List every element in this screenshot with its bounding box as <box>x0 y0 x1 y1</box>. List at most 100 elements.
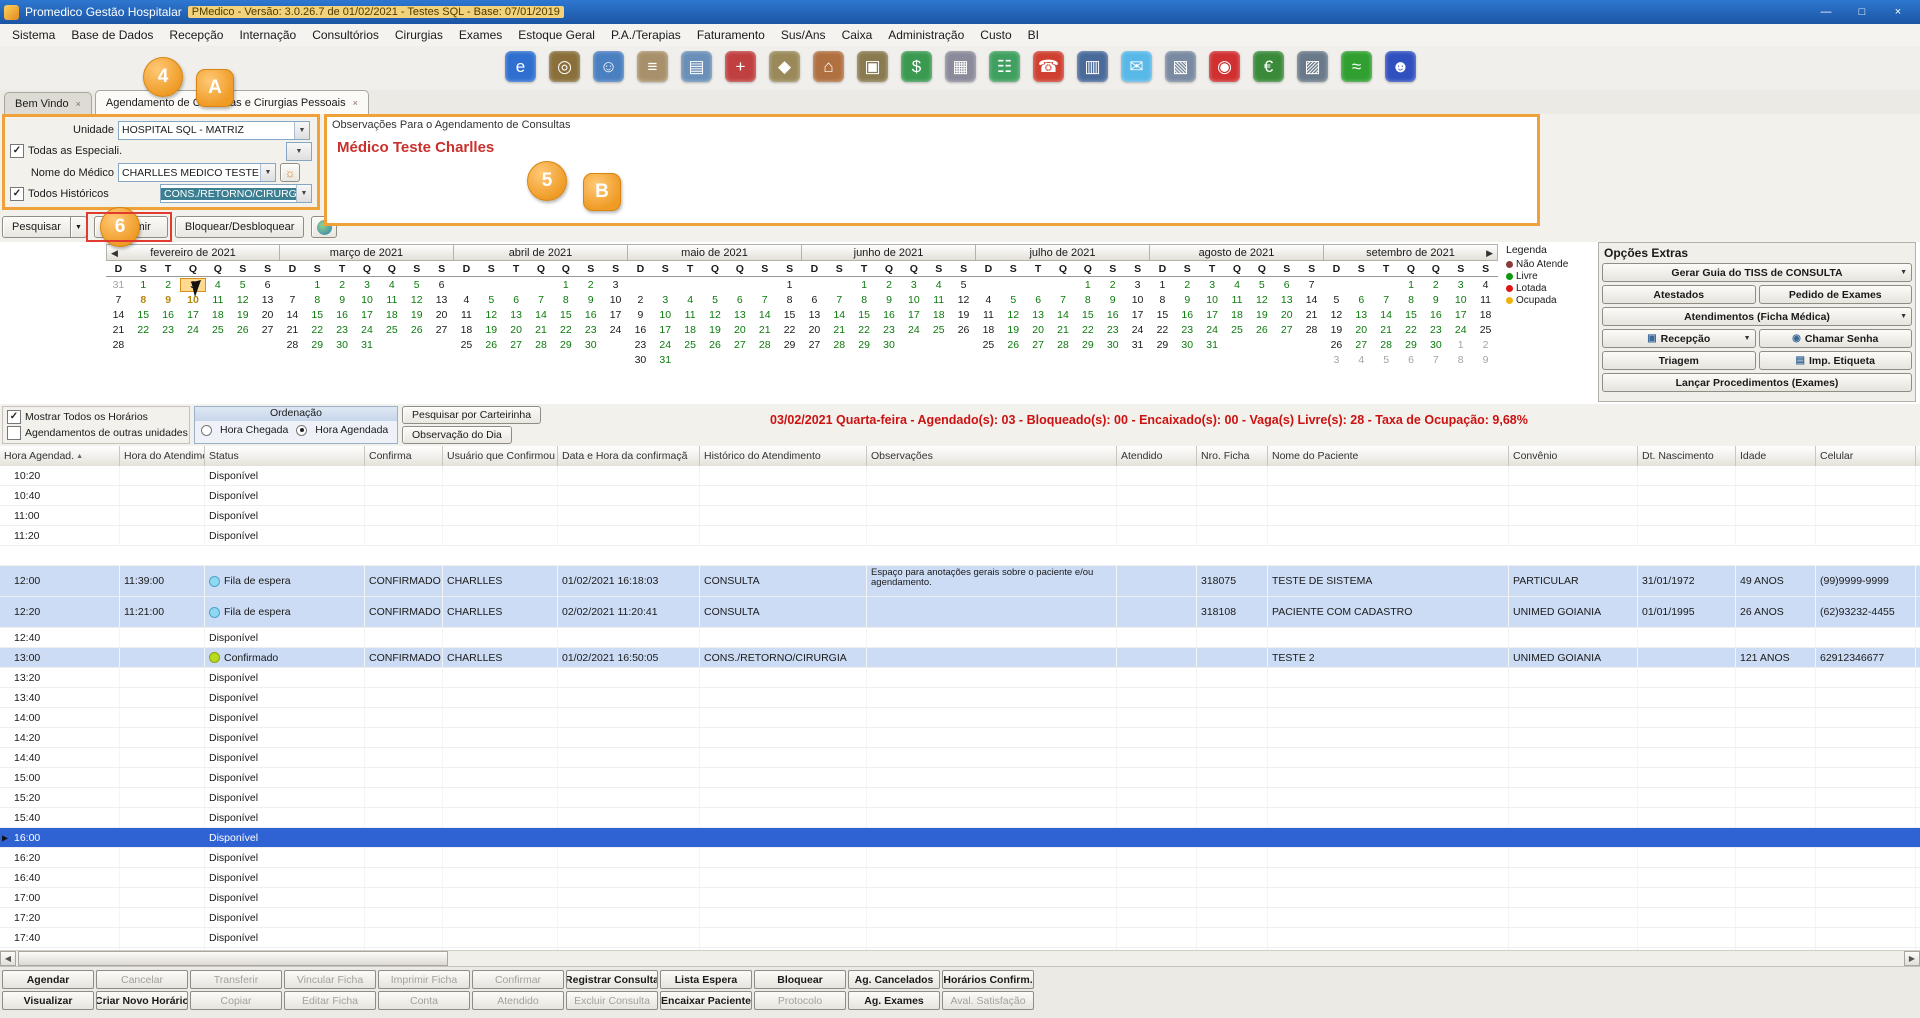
horizontal-scrollbar[interactable]: ◀ ▶ <box>0 950 1920 966</box>
schedule-row[interactable]: 13:40Disponível <box>0 688 1920 708</box>
scroll-left-icon[interactable]: ◀ <box>0 951 16 966</box>
calendar-day[interactable]: 1 <box>1399 279 1424 291</box>
calendar-day[interactable]: 26 <box>479 339 504 351</box>
calendar-day[interactable]: 21 <box>1374 324 1399 336</box>
calendar-day[interactable]: 16 <box>1423 309 1448 321</box>
calendar-day[interactable]: 6 <box>802 294 827 306</box>
calendar-day[interactable]: 27 <box>429 324 454 336</box>
calendar-day[interactable]: 16 <box>156 309 181 321</box>
calendar-day[interactable]: 31 <box>1200 339 1225 351</box>
ambulance-icon[interactable]: + <box>725 51 756 82</box>
calendar-day[interactable]: 30 <box>330 339 355 351</box>
calendar-day[interactable]: 10 <box>653 309 678 321</box>
calendar-day[interactable]: 11 <box>976 309 1001 321</box>
calendar-day[interactable]: 4 <box>976 294 1001 306</box>
calendar-day[interactable]: 17 <box>355 309 380 321</box>
calendar-day[interactable]: 8 <box>1448 354 1473 366</box>
schedule-row[interactable]: 15:40Disponível <box>0 808 1920 828</box>
calendar-day[interactable]: 22 <box>1075 324 1100 336</box>
calendar-day[interactable]: 7 <box>827 294 852 306</box>
calendar-day[interactable]: 11 <box>205 294 230 306</box>
calendar-day[interactable]: 18 <box>678 324 703 336</box>
calendar-day[interactable]: 4 <box>1473 279 1498 291</box>
calendar-day[interactable]: 8 <box>777 294 802 306</box>
calendar-day[interactable]: 4 <box>926 279 951 291</box>
calendar-day[interactable]: 18 <box>454 324 479 336</box>
calendar-day[interactable]: 4 <box>678 294 703 306</box>
calendar-day[interactable]: 26 <box>1001 339 1026 351</box>
calendar-day[interactable]: 15 <box>852 309 877 321</box>
footer-button-criar-novo-horario[interactable]: Criar Novo Horário <box>96 991 188 1010</box>
schedule-row[interactable]: 13:00ConfirmadoCONFIRMADOCHARLLES01/02/2… <box>0 648 1920 668</box>
column-header-usuario-que-confirmou[interactable]: Usuário que Confirmou <box>443 446 558 466</box>
calendar-day[interactable]: 27 <box>1274 324 1299 336</box>
calendar-day[interactable]: 12 <box>1001 309 1026 321</box>
calendar-day[interactable]: 17 <box>603 309 628 321</box>
calendar-day[interactable]: 23 <box>1423 324 1448 336</box>
calendar-day[interactable]: 24 <box>653 339 678 351</box>
schedule-row[interactable]: 10:40Disponível <box>0 486 1920 506</box>
menu-internacao[interactable]: Internação <box>231 25 304 45</box>
pesquisar-button[interactable]: Pesquisar <box>2 216 71 238</box>
calendar-day[interactable]: 3 <box>603 279 628 291</box>
footer-button-ag-cancelados[interactable]: Ag. Cancelados <box>848 970 940 989</box>
calendar-day[interactable]: 1 <box>1075 279 1100 291</box>
tab-close-icon[interactable]: × <box>353 98 358 108</box>
calendar-day[interactable]: 17 <box>1125 309 1150 321</box>
calendar-day[interactable]: 11 <box>926 294 951 306</box>
medico-config-button[interactable]: ☼ <box>280 163 300 182</box>
calendar-day[interactable]: 21 <box>752 324 777 336</box>
column-header-confirma[interactable]: Confirma <box>365 446 443 466</box>
calendar-day[interactable]: 7 <box>1374 294 1399 306</box>
calendar-day[interactable]: 4 <box>1349 354 1374 366</box>
calendar-day[interactable]: 28 <box>106 339 131 351</box>
tab-close-icon[interactable]: × <box>76 99 81 109</box>
calendar-day[interactable]: 5 <box>1374 354 1399 366</box>
menu-cirurgias[interactable]: Cirurgias <box>387 25 451 45</box>
calendar-day[interactable]: 14 <box>280 309 305 321</box>
pesquisar-dropdown-icon[interactable]: ▼ <box>71 216 87 238</box>
calendar-day[interactable]: 10 <box>1125 294 1150 306</box>
calendar-day[interactable]: 20 <box>429 309 454 321</box>
calendar-day[interactable]: 31 <box>653 354 678 366</box>
calendar-day[interactable]: 14 <box>1299 294 1324 306</box>
calendar-day[interactable]: 30 <box>1423 339 1448 351</box>
calendar-day[interactable]: 2 <box>628 294 653 306</box>
calendar-day[interactable]: 24 <box>1448 324 1473 336</box>
extra-atestados[interactable]: Atestados <box>1602 285 1756 304</box>
calendar-day[interactable]: 2 <box>156 279 181 291</box>
calendar-day[interactable]: 6 <box>429 279 454 291</box>
calendar-day[interactable]: 20 <box>1026 324 1051 336</box>
calendar-day[interactable]: 6 <box>255 279 280 291</box>
calendar-day[interactable]: 4 <box>1225 279 1250 291</box>
calendar-day[interactable]: 29 <box>777 339 802 351</box>
calendar-day[interactable]: 4 <box>454 294 479 306</box>
calendar-day[interactable]: 17 <box>181 309 206 321</box>
calendar-day[interactable]: 13 <box>1349 309 1374 321</box>
calendar-day[interactable]: 13 <box>727 309 752 321</box>
calendar-day[interactable]: 1 <box>553 279 578 291</box>
calendar-day[interactable]: 12 <box>703 309 728 321</box>
calendar-day[interactable]: 21 <box>1051 324 1076 336</box>
schedule-row[interactable]: ▶16:00Disponível <box>0 828 1920 848</box>
calendar-day[interactable]: 11 <box>454 309 479 321</box>
calendar-day[interactable]: 8 <box>1075 294 1100 306</box>
schedule-row[interactable]: 11:00Disponível <box>0 506 1920 526</box>
calendar-day[interactable]: 5 <box>1249 279 1274 291</box>
calendar-day[interactable]: 25 <box>1473 324 1498 336</box>
calendar-day[interactable]: 22 <box>553 324 578 336</box>
calendar-day[interactable]: 2 <box>1473 339 1498 351</box>
schedule-row[interactable]: 14:00Disponível <box>0 708 1920 728</box>
calendar-day[interactable]: 18 <box>926 309 951 321</box>
calendar-day[interactable]: 23 <box>1175 324 1200 336</box>
footer-button-agendar[interactable]: Agendar <box>2 970 94 989</box>
calendar-day[interactable]: 12 <box>1324 309 1349 321</box>
schedule-row[interactable]: 12:0011:39:00Fila de esperaCONFIRMADOCHA… <box>0 566 1920 597</box>
chart-icon[interactable]: ≈ <box>1341 51 1372 82</box>
calendar-day[interactable]: 22 <box>852 324 877 336</box>
schedule-row[interactable]: 15:00Disponível <box>0 768 1920 788</box>
schedule-row[interactable]: 17:00Disponível <box>0 888 1920 908</box>
calendar-day[interactable]: 12 <box>479 309 504 321</box>
card-icon[interactable]: ▤ <box>681 51 712 82</box>
user-icon[interactable]: ☻ <box>1385 51 1416 82</box>
